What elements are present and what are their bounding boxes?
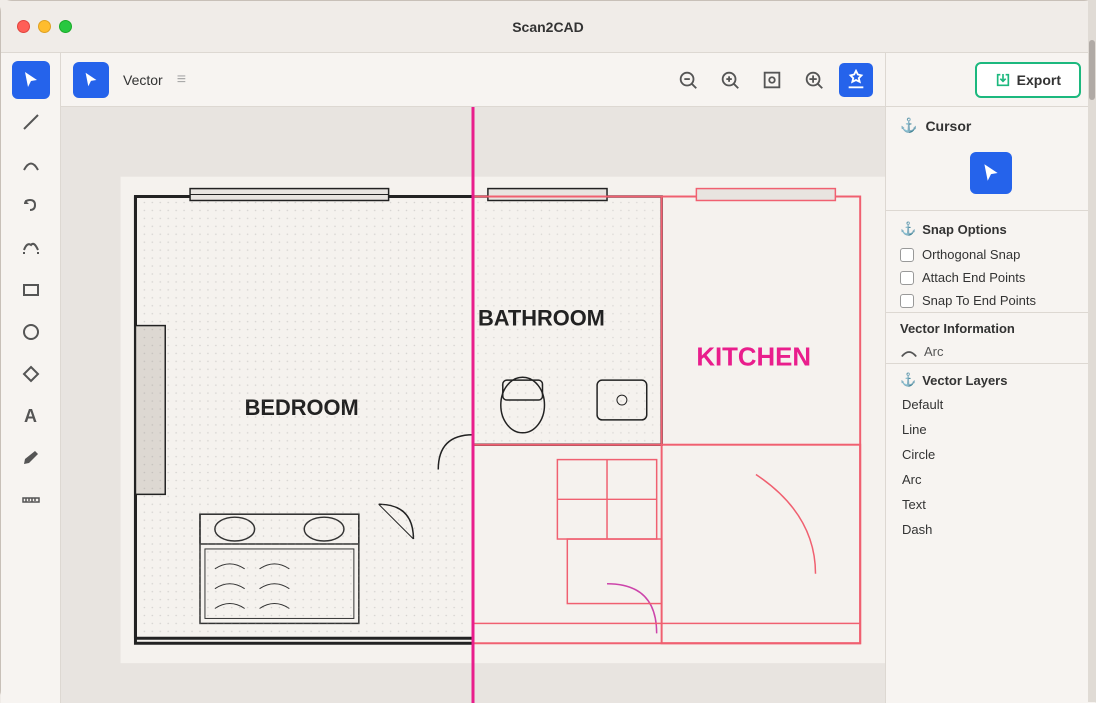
canvas-area[interactable]: BEDROOM	[61, 107, 885, 703]
undo-tool-button[interactable]	[12, 187, 50, 225]
layer-item-circle[interactable]: Circle	[886, 442, 1095, 467]
snap-to-endpoints-row: Snap To End Points	[886, 289, 1095, 312]
vector-layers-section: ⚓ Vector Layers Default Line Circle Arc …	[886, 363, 1095, 703]
tab-label: Vector	[123, 72, 163, 88]
zoom-out-button[interactable]	[671, 63, 705, 97]
diamond-tool-button[interactable]	[12, 355, 50, 393]
orthogonal-snap-checkbox[interactable]	[900, 248, 914, 262]
split-divider	[472, 107, 475, 703]
cursor-active-area	[886, 142, 1095, 210]
arc-label: Arc	[924, 344, 944, 359]
snap-options-section: ⚓ Snap Options Orthogonal Snap Attach En…	[886, 210, 1095, 312]
magic-select-button[interactable]	[839, 63, 873, 97]
panel-scrollbar[interactable]	[1088, 53, 1095, 702]
cursor-tool-button[interactable]	[12, 61, 50, 99]
layer-item-arc[interactable]: Arc	[886, 467, 1095, 492]
traffic-lights	[17, 20, 72, 33]
circle-tool-button[interactable]	[12, 313, 50, 351]
cursor-section: ⚓ Cursor	[886, 107, 1095, 142]
snap-to-endpoints-label: Snap To End Points	[922, 293, 1036, 308]
right-panel: Export ⚓ Cursor ⚓ Snap Options Orthogona…	[885, 53, 1095, 703]
svg-text:KITCHEN: KITCHEN	[696, 343, 811, 371]
export-button[interactable]: Export	[975, 62, 1081, 98]
title-bar: Scan2CAD	[1, 1, 1095, 53]
fit-page-button[interactable]	[755, 63, 789, 97]
layer-item-default[interactable]: Default	[886, 392, 1095, 417]
layer-item-dash[interactable]: Dash	[886, 517, 1095, 542]
scrollbar-thumb	[1089, 53, 1095, 100]
left-toolbar: A	[1, 53, 61, 703]
zoom-in-button[interactable]	[713, 63, 747, 97]
ruler-tool-button[interactable]	[12, 481, 50, 519]
cursor-active-button[interactable]	[970, 152, 1012, 194]
minimize-button[interactable]	[38, 20, 51, 33]
canvas-container: Vector ≡	[61, 53, 885, 703]
rect-tool-button[interactable]	[12, 271, 50, 309]
snap-anchor-icon: ⚓	[900, 221, 916, 237]
svg-text:BATHROOM: BATHROOM	[478, 306, 605, 331]
toolbar-separator: ≡	[177, 71, 186, 89]
snap-icon: ⚓	[900, 117, 917, 134]
export-label: Export	[1017, 72, 1061, 88]
node-tool-button[interactable]	[12, 229, 50, 267]
main-layout: A Vector ≡	[1, 53, 1095, 703]
cursor-panel-label: Cursor	[925, 118, 971, 134]
text-tool-button[interactable]: A	[12, 397, 50, 435]
eraser-tool-button[interactable]	[12, 439, 50, 477]
layer-list: Default Line Circle Arc Text Dash	[886, 392, 1095, 703]
top-toolbar: Vector ≡	[61, 53, 885, 107]
snap-options-title: ⚓ Snap Options	[886, 211, 1095, 243]
vector-info-title: Vector Information	[886, 313, 1095, 340]
right-panel-header: Export	[886, 53, 1095, 107]
app-title: Scan2CAD	[512, 19, 584, 35]
attach-endpoints-checkbox[interactable]	[900, 271, 914, 285]
snap-to-endpoints-checkbox[interactable]	[900, 294, 914, 308]
layer-item-line[interactable]: Line	[886, 417, 1095, 442]
attach-endpoints-row: Attach End Points	[886, 266, 1095, 289]
layers-anchor-icon: ⚓	[900, 372, 916, 388]
orthogonal-snap-row: Orthogonal Snap	[886, 243, 1095, 266]
zoom-area-button[interactable]	[797, 63, 831, 97]
layer-item-text[interactable]: Text	[886, 492, 1095, 517]
arc-info-row: Arc	[886, 340, 1095, 363]
vector-layers-title: ⚓ Vector Layers	[886, 364, 1095, 392]
vector-info-section: Vector Information Arc	[886, 312, 1095, 363]
arc-tool-button[interactable]	[12, 145, 50, 183]
active-cursor-icon	[73, 62, 109, 98]
attach-endpoints-label: Attach End Points	[922, 270, 1025, 285]
orthogonal-snap-label: Orthogonal Snap	[922, 247, 1020, 262]
line-tool-button[interactable]	[12, 103, 50, 141]
maximize-button[interactable]	[59, 20, 72, 33]
close-button[interactable]	[17, 20, 30, 33]
